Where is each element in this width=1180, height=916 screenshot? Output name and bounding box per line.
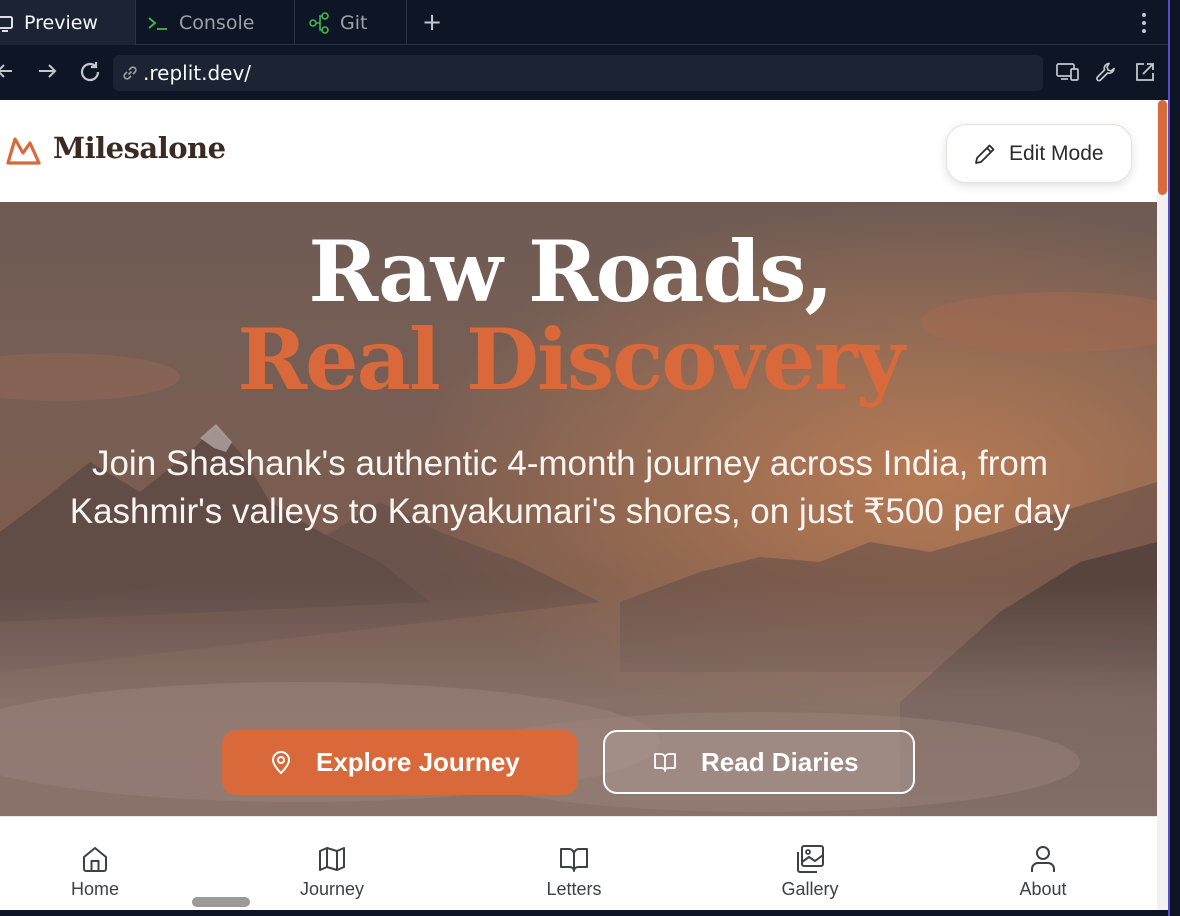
hero-title-line-1: Raw Roads,	[308, 222, 833, 321]
nav-label: About	[1019, 879, 1067, 899]
pencil-icon	[973, 142, 997, 166]
edit-mode-label: Edit Mode	[1009, 141, 1104, 165]
site-header: Milesalone Edit Mode	[0, 100, 1157, 202]
tab-divider	[294, 0, 295, 45]
monitor-icon	[0, 14, 14, 32]
map-pin-icon	[270, 750, 292, 775]
tab-label: Git	[340, 11, 368, 34]
reload-icon[interactable]	[78, 60, 102, 88]
nav-item-letters[interactable]: Letters	[514, 843, 634, 900]
git-branch-icon	[308, 11, 330, 34]
ide-tab-bar: Preview Console Git +	[0, 0, 1168, 45]
read-diaries-label: Read Diaries	[701, 746, 859, 777]
forward-arrow-icon[interactable]	[37, 60, 59, 86]
edit-mode-button[interactable]: Edit Mode	[946, 124, 1132, 183]
tab-git[interactable]: Git	[308, 0, 406, 45]
book-open-icon	[653, 751, 677, 773]
open-external-icon[interactable]	[1134, 61, 1156, 87]
nav-label: Letters	[546, 879, 602, 899]
url-text: .replit.dev/	[143, 61, 252, 85]
tab-divider	[135, 0, 136, 45]
preview-url-bar: .replit.dev/	[0, 46, 1168, 100]
terminal-icon	[147, 15, 169, 31]
user-icon	[1028, 843, 1058, 875]
read-diaries-button[interactable]: Read Diaries	[603, 730, 915, 794]
hero-section: Raw Roads, Real Discovery Join Shashank'…	[0, 202, 1157, 816]
brand-name[interactable]: Milesalone	[53, 131, 226, 165]
tab-divider	[406, 0, 407, 45]
preview-scrollbar[interactable]	[1157, 100, 1168, 910]
window-bottom-edge	[0, 910, 1168, 916]
drag-handle[interactable]	[192, 897, 250, 907]
hero-subtitle: Join Shashank's authentic 4-month journe…	[69, 444, 1071, 531]
nav-label: Gallery	[781, 879, 839, 899]
explore-journey-button[interactable]: Explore Journey	[222, 730, 578, 795]
bottom-navigation: Home Journey Letters Gallery About	[0, 816, 1157, 910]
nav-item-journey[interactable]: Journey	[272, 843, 392, 900]
nav-item-gallery[interactable]: Gallery	[750, 843, 870, 900]
mountain-logo-icon[interactable]	[6, 134, 42, 170]
more-options-icon[interactable]	[1136, 10, 1152, 36]
gallery-icon	[794, 843, 826, 875]
link-icon	[121, 64, 139, 82]
nav-label: Home	[70, 879, 119, 899]
tab-preview[interactable]: Preview	[0, 0, 135, 45]
scrollbar-thumb[interactable]	[1158, 100, 1167, 195]
tab-label: Preview	[24, 11, 98, 34]
explore-journey-label: Explore Journey	[316, 747, 520, 777]
tab-label: Console	[179, 11, 255, 34]
wrench-icon[interactable]	[1095, 61, 1117, 87]
devices-icon[interactable]	[1056, 61, 1080, 87]
tab-console[interactable]: Console	[147, 0, 294, 45]
window-edge	[1168, 0, 1180, 916]
nav-label: Journey	[299, 879, 365, 899]
back-arrow-icon[interactable]	[0, 60, 14, 86]
nav-item-home[interactable]: Home	[35, 843, 155, 900]
new-tab-button[interactable]: +	[420, 8, 444, 36]
nav-item-about[interactable]: About	[983, 843, 1103, 900]
home-icon	[80, 843, 110, 875]
preview-viewport: Milesalone Edit Mode Raw Roads, Real Dis…	[0, 100, 1157, 910]
hero-title-line-2: Real Discovery	[237, 310, 904, 409]
book-open-icon	[558, 843, 590, 875]
url-input[interactable]: .replit.dev/	[113, 55, 1043, 91]
map-icon	[317, 843, 347, 875]
